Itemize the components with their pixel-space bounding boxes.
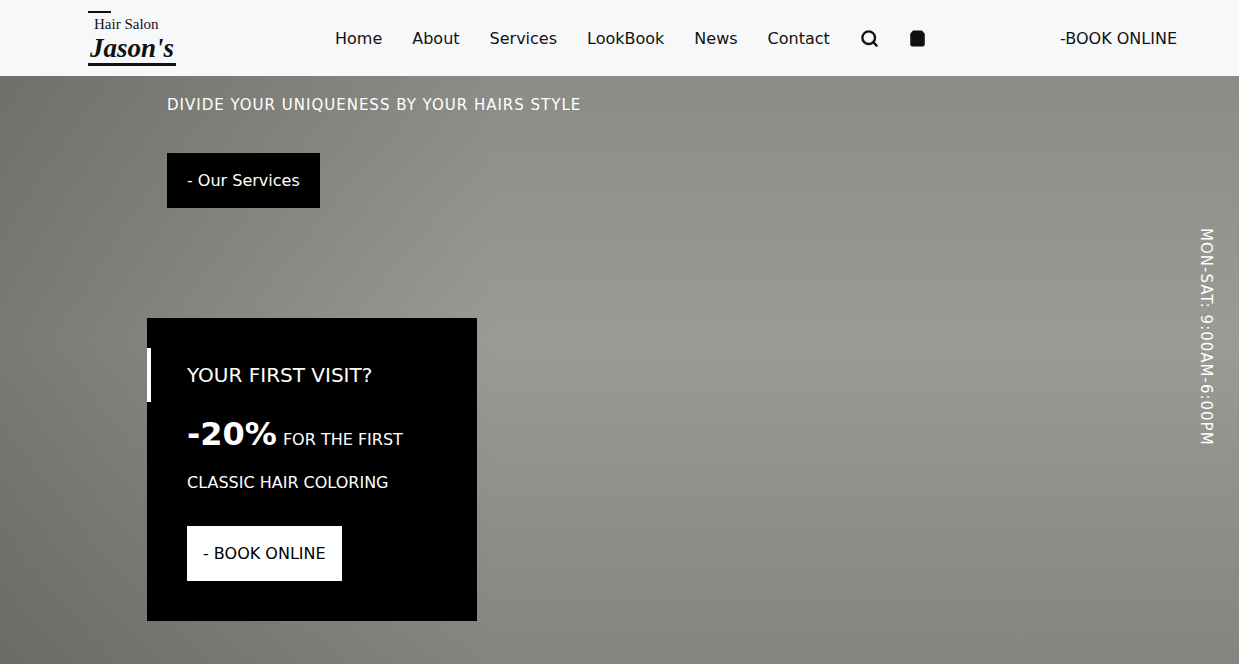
nav-link[interactable]: LookBook	[587, 29, 664, 48]
logo-name: Jason's	[88, 33, 176, 66]
logo-top: Hair Salon	[88, 11, 165, 33]
opening-hours: MON-SAT: 9:00AM-6:00PM	[1197, 228, 1215, 446]
promo-service: CLASSIC HAIR COLORING	[187, 472, 437, 494]
hero-subtitle: DIVIDE YOUR UNIQUENESS BY YOUR HAIRS STY…	[167, 96, 581, 114]
promo-title: YOUR FIRST VISIT?	[147, 348, 437, 402]
book-online-link[interactable]: -BOOK ONLINE	[1060, 29, 1177, 48]
nav: Home About Services LookBook News Contact	[335, 29, 926, 48]
hero: DIVIDE YOUR UNIQUENESS BY YOUR HAIRS STY…	[0, 76, 1239, 664]
nav-link[interactable]: About	[412, 29, 459, 48]
header: Hair SalonJason'sHomeAboutServicesLookBo…	[0, 0, 1239, 76]
page: Hair SalonJason'sHomeAboutServicesLookBo…	[0, 0, 1239, 664]
promo-book-button[interactable]: - BOOK ONLINE	[187, 526, 342, 581]
services-button[interactable]: - Our Services	[167, 153, 320, 208]
search-icon	[860, 29, 879, 48]
promo-text: FOR THE FIRST	[283, 429, 403, 451]
promo-card: YOUR FIRST VISIT? -20% FOR THE FIRST CLASSI…	[147, 318, 477, 621]
discount-row: -20% FOR THE FIRST	[187, 414, 437, 454]
bag-icon	[909, 30, 926, 47]
discount: -20%	[187, 414, 277, 454]
nav-link[interactable]: Contact	[768, 29, 830, 48]
nav-link[interactable]: News	[694, 29, 737, 48]
search-button[interactable]	[860, 29, 879, 48]
nav-link[interactable]: Services	[490, 29, 557, 48]
nav-link[interactable]: Home	[335, 29, 382, 48]
cart-button[interactable]	[909, 30, 926, 47]
logo[interactable]: Hair SalonJason's	[88, 11, 335, 66]
